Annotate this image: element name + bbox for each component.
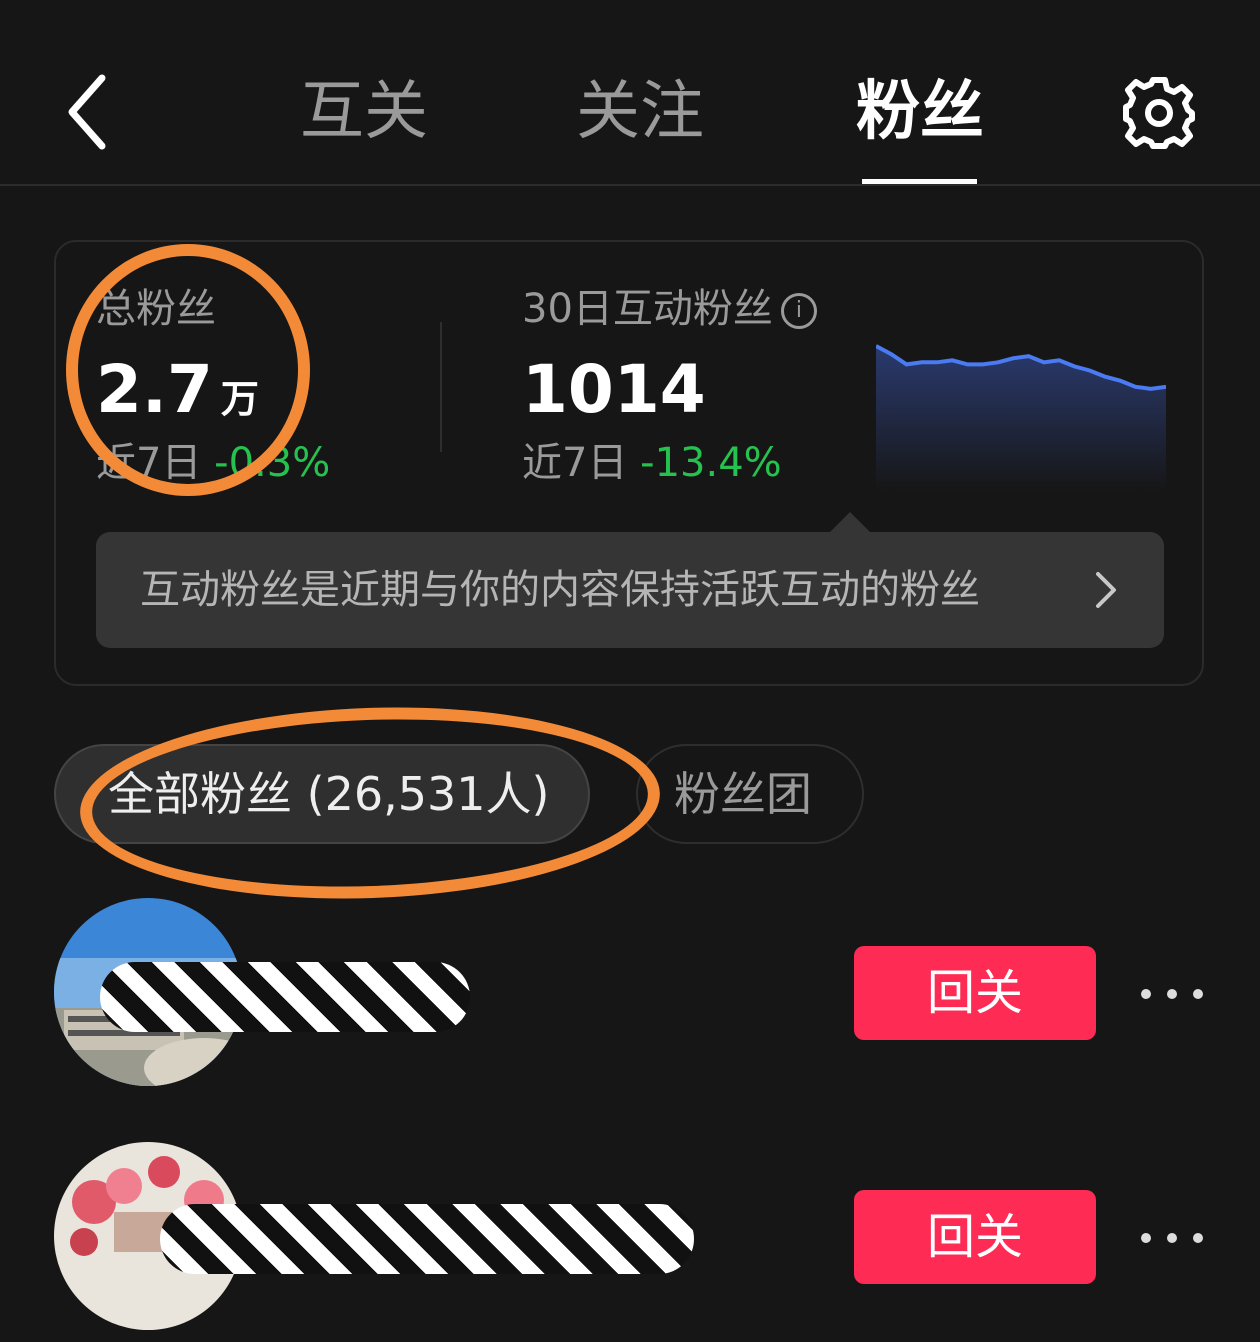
- chevron-left-icon[interactable]: [60, 70, 120, 154]
- chevron-right-icon: [1096, 572, 1116, 608]
- active-fans-value: 1014: [522, 351, 706, 428]
- top-nav: 互关 关注 粉丝: [0, 0, 1260, 186]
- filter-fan-club[interactable]: 粉丝团: [636, 744, 864, 844]
- more-dots-icon[interactable]: [1140, 1228, 1204, 1248]
- active-fans-tip-banner[interactable]: 互动粉丝是近期与你的内容保持活跃互动的粉丝: [96, 532, 1164, 648]
- tab-following[interactable]: 关注: [576, 72, 704, 152]
- fans-stats-card: 总粉丝 2.7 万 近7日 -0.3% 30日互动粉丝 i 1014 近7日 -13…: [54, 240, 1204, 686]
- tab-fans[interactable]: 粉丝: [856, 72, 984, 152]
- info-icon[interactable]: i: [780, 293, 817, 329]
- list-item[interactable]: 回关: [0, 898, 1260, 1098]
- gear-icon[interactable]: [1122, 76, 1196, 150]
- total-fans-label: 总粉丝: [96, 286, 216, 332]
- tip-pointer: [828, 512, 872, 534]
- list-item[interactable]: 回关: [0, 1142, 1260, 1342]
- total-fans-change: 近7日 -0.3%: [96, 440, 331, 486]
- total-fans-value: 2.7 万: [96, 351, 259, 428]
- filter-all-fans[interactable]: 全部粉丝 (26,531人): [54, 744, 590, 844]
- redacted-username: [100, 962, 470, 1032]
- active-fans-trend-chart: [876, 344, 1166, 492]
- trend-area: [876, 346, 1166, 492]
- active-fans-change: 近7日 -13.4%: [522, 440, 782, 486]
- redacted-username: [160, 1204, 694, 1274]
- more-dots-icon[interactable]: [1140, 984, 1204, 1004]
- total-fans-unit: 万: [220, 377, 259, 421]
- tip-text: 互动粉丝是近期与你的内容保持活跃互动的粉丝: [140, 567, 980, 613]
- header-divider: [0, 184, 1260, 186]
- stats-divider: [440, 322, 442, 452]
- follow-back-button[interactable]: 回关: [854, 1190, 1096, 1284]
- active-fans-label: 30日互动粉丝 i: [522, 284, 817, 334]
- tab-mutual[interactable]: 互关: [300, 72, 428, 152]
- follow-back-button[interactable]: 回关: [854, 946, 1096, 1040]
